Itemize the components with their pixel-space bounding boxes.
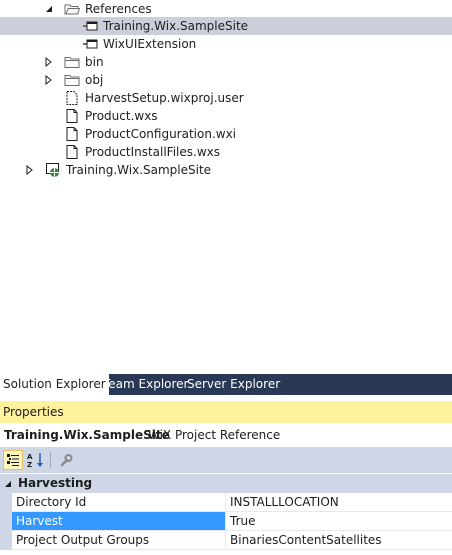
- tab-team-explorer[interactable]: Team Explorer: [100, 374, 192, 395]
- tree-item-label: ProductConfiguration.wxi: [85, 127, 237, 141]
- properties-title-bar: Properties: [0, 401, 452, 423]
- tool-window-tabs: Solution Explorer Team Explorer Server E…: [0, 374, 452, 395]
- tree-item-productinstallfiles-wxs[interactable]: ProductInstallFiles.wxs: [0, 143, 452, 161]
- property-value[interactable]: BinariesContentSatellites: [226, 531, 452, 550]
- tree-item-project-training-wix-samplesite[interactable]: Training.Wix.SampleSite: [0, 161, 452, 179]
- property-row-harvest[interactable]: Harvest True: [0, 512, 452, 531]
- tab-solution-explorer[interactable]: Solution Explorer: [0, 374, 109, 395]
- folder-icon: [64, 57, 80, 68]
- tree-item-label: Training.Wix.SampleSite: [103, 19, 249, 33]
- category-harvesting[interactable]: Harvesting: [0, 474, 452, 493]
- tree-item-obj[interactable]: obj: [0, 71, 452, 89]
- category-label: Harvesting: [18, 476, 93, 490]
- property-row-directory-id[interactable]: Directory Id INSTALLLOCATION: [0, 493, 452, 512]
- tree-item-references[interactable]: References: [0, 0, 452, 18]
- property-row-project-output-groups[interactable]: Project Output Groups BinariesContentSat…: [0, 531, 452, 550]
- properties-title: Properties: [3, 405, 64, 419]
- categorized-button[interactable]: [3, 450, 23, 470]
- toolbar-separator: [50, 452, 51, 468]
- tree-item-label: obj: [85, 73, 104, 87]
- tree-item-wixuiextension[interactable]: WixUIExtension: [0, 35, 452, 53]
- row-gutter: [0, 512, 12, 531]
- tree-item-label: HarvestSetup.wixproj.user: [85, 91, 244, 105]
- collapsed-arrow-icon[interactable]: [44, 57, 54, 67]
- property-value[interactable]: True: [226, 512, 452, 531]
- properties-toolbar: A Z: [0, 447, 452, 473]
- property-name[interactable]: Project Output Groups: [12, 531, 226, 550]
- folder-icon: [64, 75, 80, 86]
- tab-label: Team Explorer: [103, 377, 189, 391]
- expanded-arrow-icon[interactable]: [44, 4, 54, 14]
- expanded-arrow-icon[interactable]: [3, 479, 13, 489]
- alphabetical-sort-icon: A Z: [27, 453, 43, 469]
- folder-open-icon: [64, 4, 80, 15]
- property-name[interactable]: Directory Id: [12, 493, 226, 512]
- svg-text:Z: Z: [27, 461, 32, 469]
- solution-explorer-tree: References Training.Wix.SampleSite WixUI…: [0, 0, 452, 372]
- tab-server-explorer[interactable]: Server Explorer: [184, 374, 283, 395]
- properties-object-selector[interactable]: Training.Wix.SampleSite WiX Project Refe…: [0, 425, 452, 445]
- extension-reference-icon: [83, 39, 98, 49]
- collapsed-arrow-icon[interactable]: [25, 165, 35, 175]
- tree-item-harvestsetup-user[interactable]: HarvestSetup.wixproj.user: [0, 89, 452, 107]
- tree-item-label: References: [85, 2, 152, 16]
- tree-item-reference-training-wix-samplesite[interactable]: Training.Wix.SampleSite: [0, 17, 452, 35]
- tree-item-label: Training.Wix.SampleSite: [66, 163, 212, 177]
- svg-text:A: A: [27, 453, 33, 461]
- tab-label: Solution Explorer: [3, 377, 106, 391]
- tree-item-label: ProductInstallFiles.wxs: [85, 145, 220, 159]
- tab-label: Server Explorer: [187, 377, 281, 391]
- wrench-icon: [60, 454, 73, 467]
- property-value[interactable]: INSTALLLOCATION: [226, 493, 452, 512]
- file-icon: [66, 127, 78, 141]
- property-name[interactable]: Harvest: [12, 512, 226, 531]
- tree-item-label: Product.wxs: [85, 109, 158, 123]
- categorized-icon: [7, 454, 19, 466]
- tree-item-product-wxs[interactable]: Product.wxs: [0, 107, 452, 125]
- project-reference-icon: [83, 21, 98, 31]
- property-pages-button[interactable]: [56, 450, 76, 470]
- object-name: Training.Wix.SampleSite: [4, 428, 170, 442]
- file-icon: [66, 145, 78, 159]
- file-icon: [66, 91, 78, 105]
- collapsed-arrow-icon[interactable]: [44, 75, 54, 85]
- row-gutter: [0, 531, 12, 550]
- row-gutter: [0, 493, 12, 512]
- object-type: WiX Project Reference: [148, 428, 281, 442]
- property-grid: Harvesting Directory Id INSTALLLOCATION …: [0, 474, 452, 555]
- alphabetical-button[interactable]: A Z: [26, 450, 46, 470]
- tree-item-bin[interactable]: bin: [0, 53, 452, 71]
- tree-item-label: WixUIExtension: [103, 37, 197, 51]
- tree-item-productconfiguration-wxi[interactable]: ProductConfiguration.wxi: [0, 125, 452, 143]
- web-project-icon: [46, 163, 59, 177]
- file-icon: [66, 109, 78, 123]
- tree-item-label: bin: [85, 55, 104, 69]
